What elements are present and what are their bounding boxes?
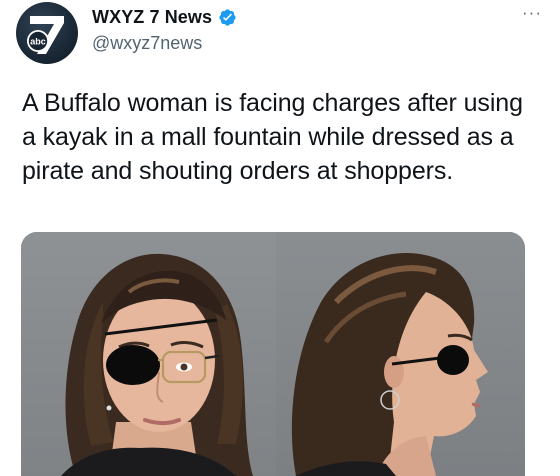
tweet-media[interactable]: [21, 232, 525, 476]
tweet-text: A Buffalo woman is facing charges after …: [22, 89, 523, 185]
mugshot-front-photo[interactable]: [21, 232, 276, 476]
abc7-logo-icon: abc: [27, 16, 64, 54]
verified-badge-icon: [218, 8, 237, 27]
mugshot-profile-photo[interactable]: [276, 232, 525, 476]
tweet-card: abc WXYZ 7 News @wxyz7news ··· A Buffalo…: [0, 0, 560, 476]
author-block: WXYZ 7 News @wxyz7news: [92, 5, 237, 54]
avatar-logo-text: abc: [30, 37, 46, 47]
more-options-icon[interactable]: ···: [522, 4, 542, 21]
author-handle[interactable]: @wxyz7news: [92, 33, 237, 54]
avatar[interactable]: abc: [16, 2, 78, 64]
display-name[interactable]: WXYZ 7 News: [92, 7, 212, 28]
